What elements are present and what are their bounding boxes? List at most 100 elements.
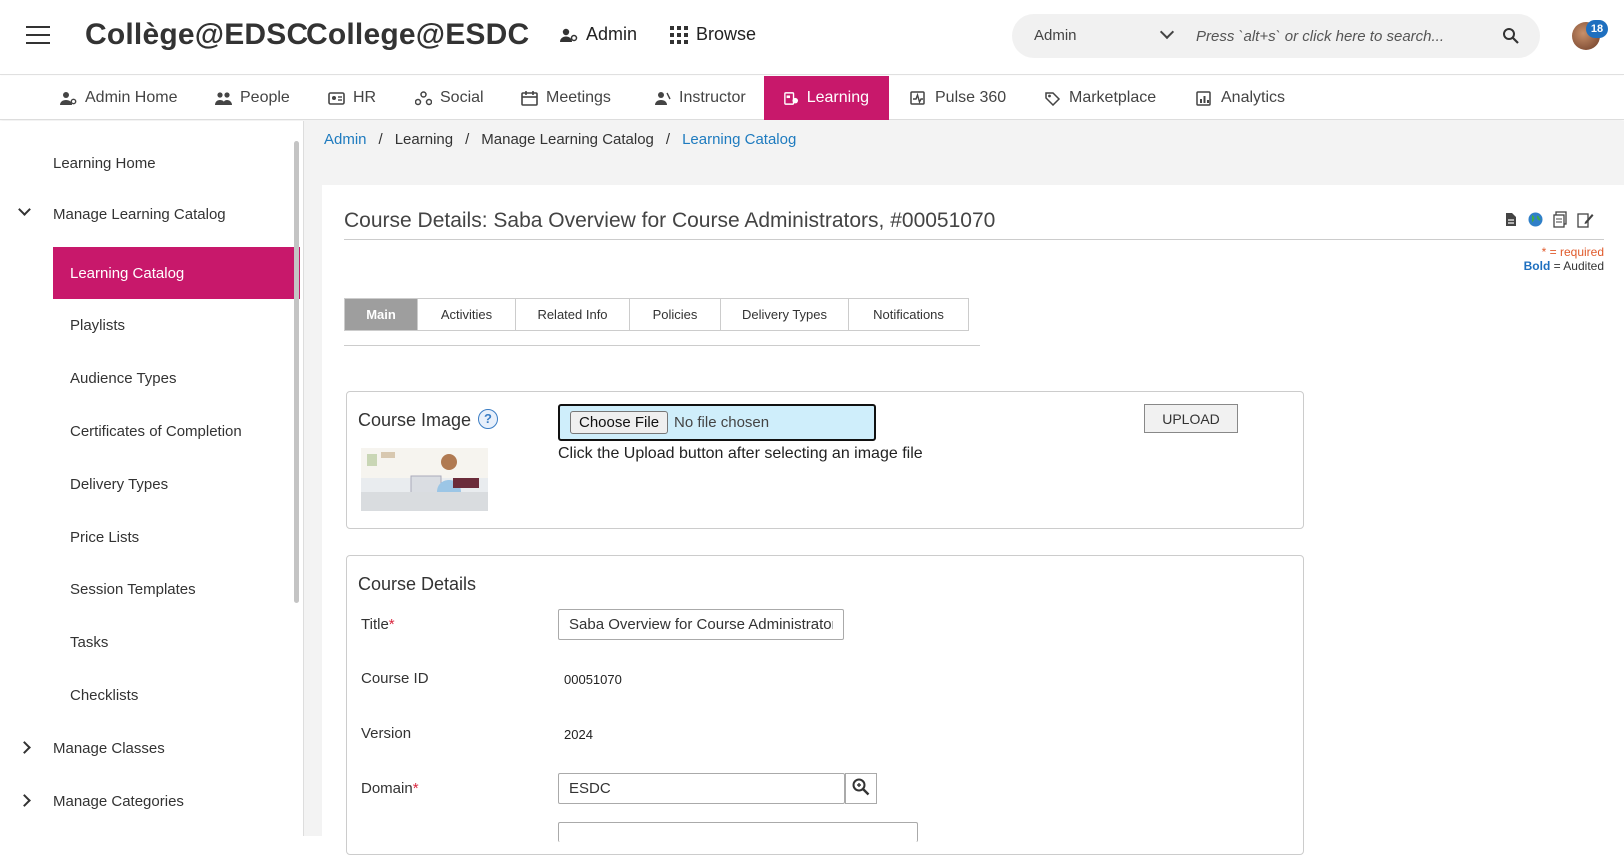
sidebar-item-label: Manage Classes (53, 739, 165, 757)
file-status: No file chosen (674, 414, 770, 431)
tab-label: Learning (806, 89, 869, 106)
breadcrumb-admin[interactable]: Admin (324, 131, 367, 148)
sidebar-item-certificates[interactable]: Certificates of Completion (0, 405, 300, 457)
breadcrumb-separator: / (665, 131, 671, 148)
section-heading: Course Image (358, 410, 472, 430)
globe-icon[interactable] (1527, 211, 1544, 228)
sidebar-scrollbar[interactable] (294, 141, 299, 603)
menu-icon[interactable] (26, 26, 50, 46)
copy-icon[interactable] (1552, 211, 1569, 228)
sidebar-item-label: Delivery Types (70, 475, 169, 493)
chevron-right-icon[interactable] (18, 741, 31, 754)
title-divider (344, 239, 1604, 240)
tab-analytics[interactable]: Analytics (1176, 76, 1305, 120)
sidebar-item-manage-learning-catalog[interactable]: Manage Learning Catalog (0, 188, 300, 240)
sidebar-item-playlists[interactable]: Playlists (0, 299, 300, 351)
course-thumbnail (361, 448, 488, 511)
tab-hr[interactable]: HR (308, 76, 396, 120)
file-picker[interactable]: Choose File No file chosen (558, 404, 876, 441)
admin-person-icon (560, 28, 578, 42)
breadcrumb-separator: / (465, 131, 470, 148)
tab-marketplace[interactable]: Marketplace (1024, 76, 1176, 120)
tab-instructor[interactable]: Instructor (634, 76, 766, 120)
tab-learning[interactable]: Learning (764, 76, 889, 120)
sidebar-item-label: Checklists (70, 686, 139, 704)
tab-main[interactable]: Main (344, 298, 418, 331)
sidebar-item-tasks[interactable]: Tasks (0, 616, 300, 668)
magnifier-icon (852, 778, 870, 796)
learning-icon (784, 91, 799, 105)
legend-audited: = Audited (1550, 259, 1604, 273)
tab-related-info[interactable]: Related Info (515, 298, 630, 331)
breadcrumb-learning-catalog[interactable]: Learning Catalog (682, 131, 796, 148)
tab-activities[interactable]: Activities (417, 298, 516, 331)
search-input[interactable] (1196, 25, 1486, 47)
sidebar-item-price-lists[interactable]: Price Lists (0, 511, 300, 563)
browse-nav-label: Browse (696, 24, 757, 44)
help-icon[interactable]: ? (478, 409, 498, 429)
page-title: Course Details: Saba Overview for Course… (344, 209, 996, 232)
field-legend: * = required Bold = Audited (1422, 245, 1604, 273)
brand-en[interactable]: College@ESDC (306, 18, 529, 52)
pulse-icon (910, 90, 925, 105)
browse-nav-button[interactable]: Browse (670, 24, 756, 45)
sidebar-item-label: Manage Learning Catalog (53, 205, 226, 223)
course-id-label: Course ID (361, 670, 429, 687)
breadcrumb-separator: / (378, 131, 383, 148)
tab-delivery-types[interactable]: Delivery Types (720, 298, 849, 331)
sidebar-item-label: Learning Home (53, 154, 156, 172)
top-bar: Collège@EDSC College@ESDC Admin Browse A… (0, 0, 1624, 75)
upload-hint: Click the Upload button after selecting … (558, 445, 923, 462)
domain-field[interactable] (558, 773, 845, 804)
sidebar-item-label: Session Templates (70, 580, 196, 598)
chevron-right-icon[interactable] (18, 794, 31, 807)
tab-pulse-360[interactable]: Pulse 360 (890, 76, 1026, 120)
course-tabs: Main Activities Related Info Policies De… (344, 298, 969, 331)
sidebar-item-checklists[interactable]: Checklists (0, 669, 300, 721)
tab-notifications[interactable]: Notifications (848, 298, 969, 331)
meetings-icon (521, 90, 538, 106)
section-heading: Course Details (358, 574, 477, 594)
upload-button[interactable]: UPLOAD (1144, 404, 1238, 433)
tab-label: Meetings (546, 89, 611, 106)
tab-meetings[interactable]: Meetings (501, 76, 631, 120)
social-icon (415, 90, 432, 105)
breadcrumb: Admin / Learning / Manage Learning Catal… (324, 131, 796, 148)
sidebar-item-label: Playlists (70, 316, 126, 334)
tab-policies[interactable]: Policies (629, 298, 721, 331)
sidebar-item-audience-types[interactable]: Audience Types (0, 352, 300, 404)
sidebar-item-learning-catalog[interactable]: Learning Catalog (53, 247, 300, 299)
document-icon[interactable] (1502, 211, 1519, 228)
notification-badge[interactable]: 18 (1586, 20, 1608, 38)
tab-social[interactable]: Social (395, 76, 504, 120)
legend-bold: Bold (1523, 259, 1551, 273)
tab-people[interactable]: People (195, 76, 310, 120)
version-value: 2024 (564, 727, 593, 742)
sidebar-item-manage-classes[interactable]: Manage Classes (0, 722, 300, 774)
tabs-divider (344, 345, 980, 346)
admin-nav-button[interactable]: Admin (560, 24, 637, 45)
title-label: Title* (361, 616, 395, 633)
sidebar-item-session-templates[interactable]: Session Templates (0, 563, 300, 615)
sidebar-item-delivery-types[interactable]: Delivery Types (0, 458, 300, 510)
choose-file-button[interactable]: Choose File (570, 411, 669, 434)
brand-fr[interactable]: Collège@EDSC (85, 18, 308, 52)
main-content: Admin / Learning / Manage Learning Catal… (304, 121, 1624, 855)
tab-admin-home[interactable]: Admin Home (40, 76, 197, 120)
sidebar-item-label: Manage Categories (53, 792, 184, 810)
instructor-icon (655, 91, 671, 105)
sidebar-item-manage-categories[interactable]: Manage Categories (0, 775, 300, 827)
grid-icon (670, 25, 688, 44)
search-icon[interactable] (1502, 27, 1520, 45)
admin-home-icon (60, 91, 77, 105)
next-field[interactable] (558, 822, 918, 842)
title-field[interactable] (558, 609, 844, 640)
breadcrumb-manage-learning-catalog: Manage Learning Catalog (481, 131, 654, 148)
tab-label: Analytics (1221, 89, 1286, 106)
sidebar-item-learning-home[interactable]: Learning Home (0, 137, 300, 189)
chevron-down-icon[interactable] (18, 203, 31, 216)
tab-label: Marketplace (1069, 89, 1157, 106)
edit-icon[interactable] (1577, 211, 1594, 228)
domain-lookup-button[interactable] (845, 773, 877, 804)
sidebar: Learning Home Manage Learning Catalog Le… (0, 121, 304, 836)
